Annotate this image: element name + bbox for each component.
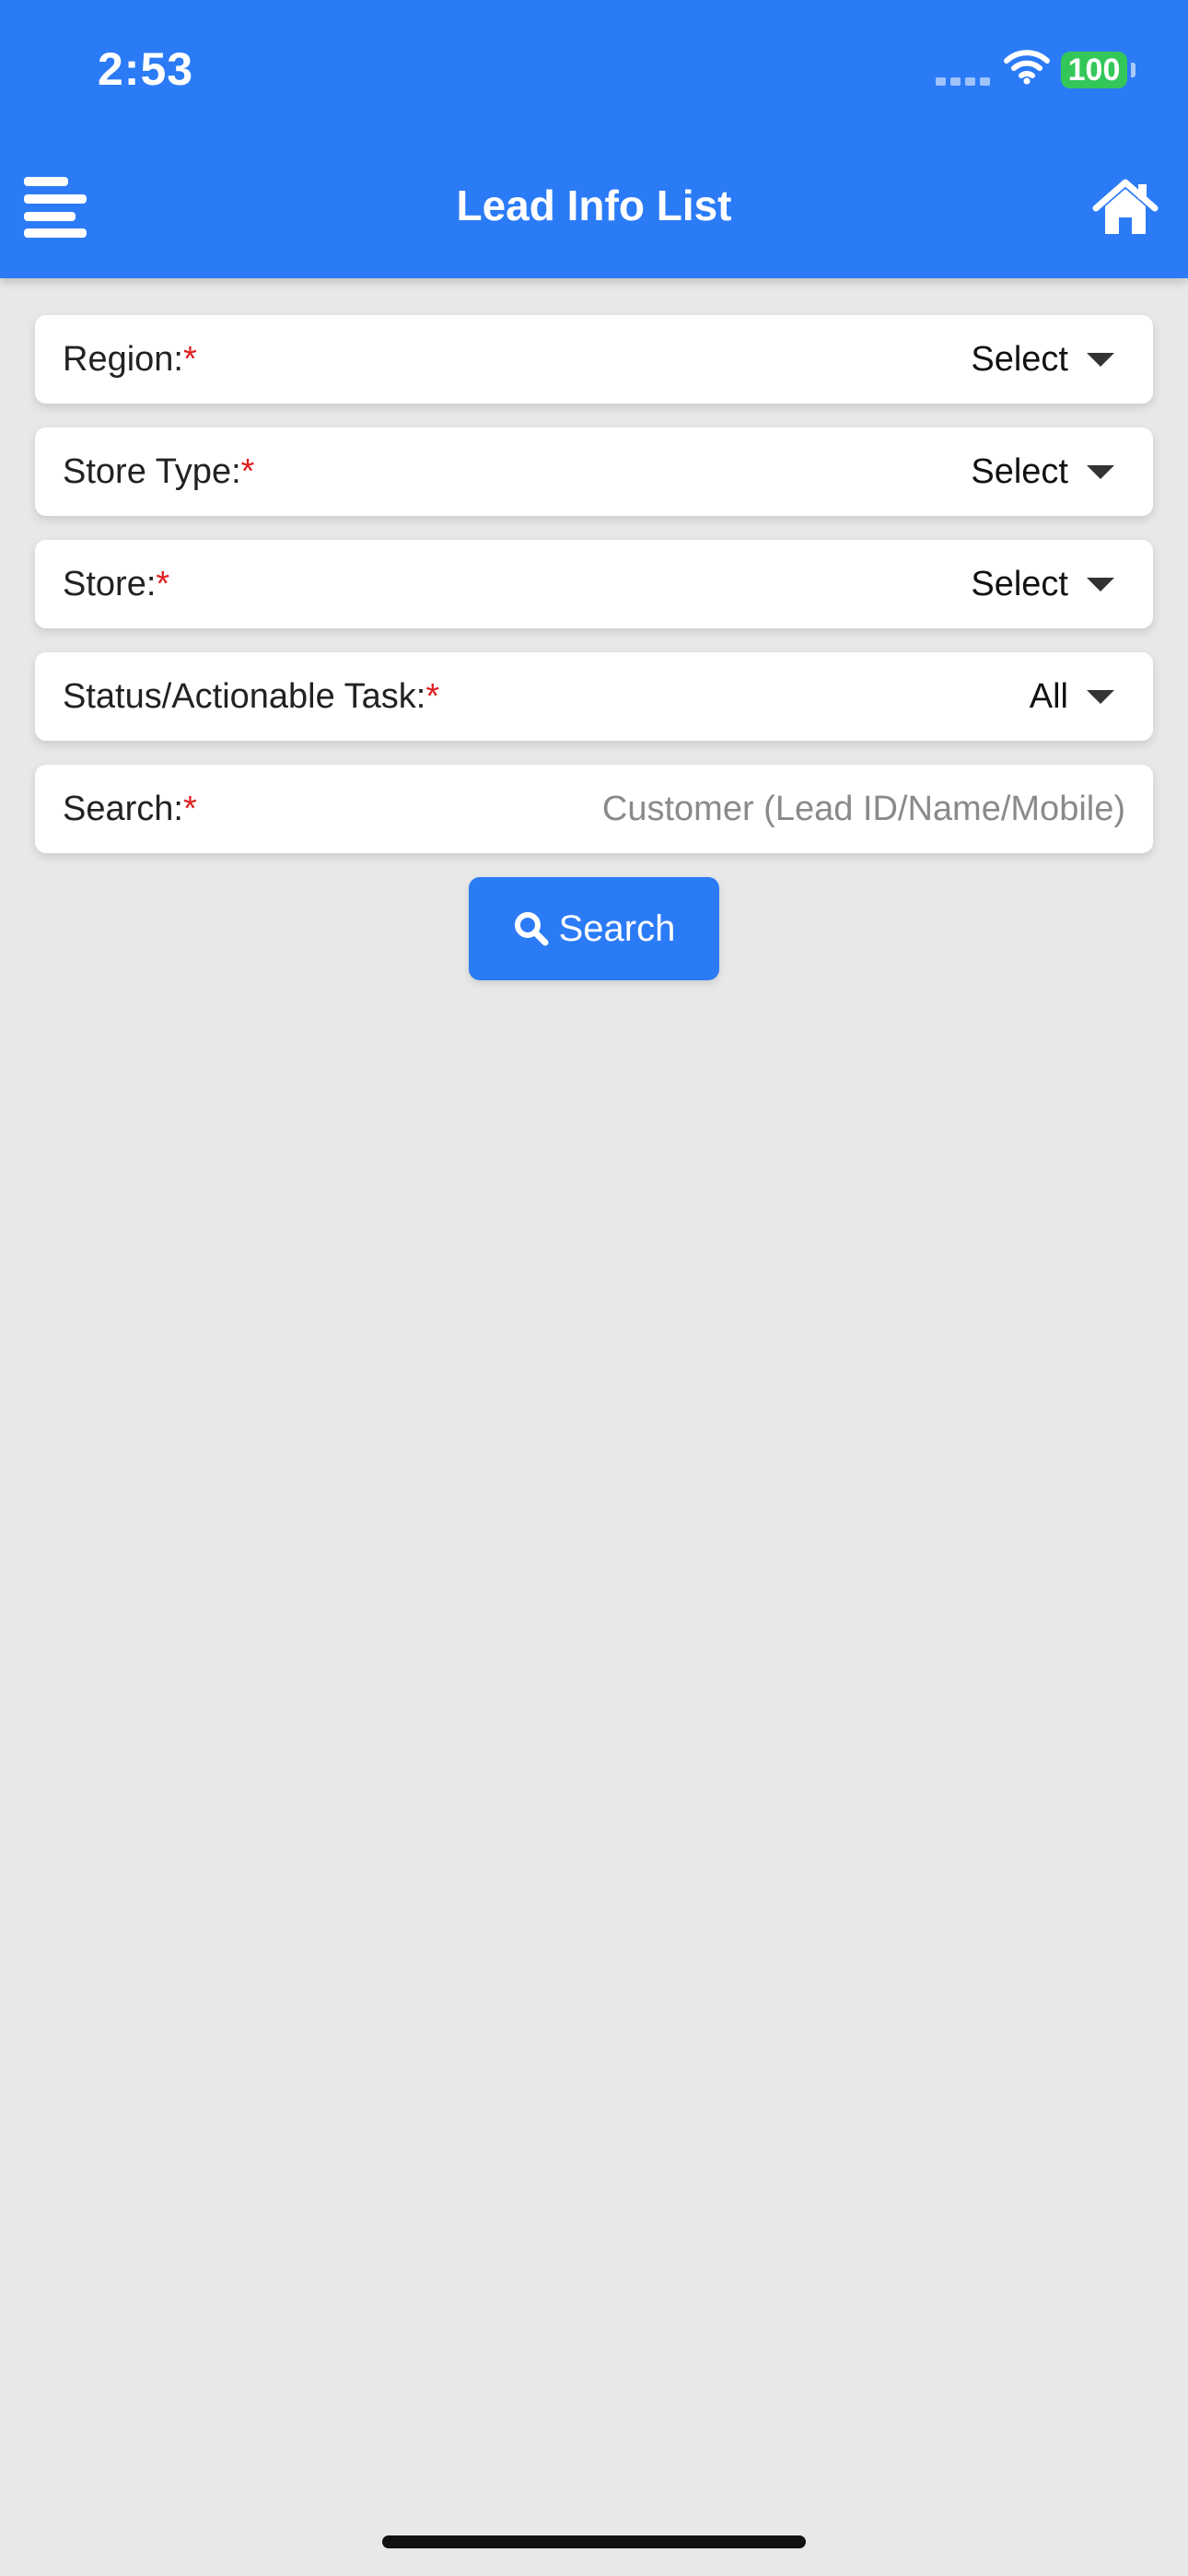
store-value: Select <box>971 565 1068 603</box>
magnifier-icon <box>514 912 549 946</box>
home-icon[interactable] <box>1092 177 1159 236</box>
region-select[interactable]: Region:* Select <box>35 315 1153 404</box>
signal-dots-icon <box>936 77 990 86</box>
status-time: 2:53 <box>98 43 194 95</box>
app-header: 2:53 100 Lead Info List <box>0 0 1188 278</box>
required-mark: * <box>240 452 255 491</box>
search-button[interactable]: Search <box>469 877 719 980</box>
required-mark: * <box>425 677 440 716</box>
filter-form: Region:* Select Store Type:* Select Stor… <box>35 315 1153 877</box>
required-mark: * <box>156 565 170 603</box>
status-task-select[interactable]: Status/Actionable Task:* All <box>35 652 1153 741</box>
store-select[interactable]: Store:* Select <box>35 540 1153 628</box>
search-label: Search:* <box>63 790 197 828</box>
store-type-select[interactable]: Store Type:* Select <box>35 427 1153 516</box>
status-task-value: All <box>1029 677 1068 716</box>
status-task-label: Status/Actionable Task:* <box>63 677 440 716</box>
battery-nub <box>1131 63 1136 77</box>
search-input[interactable] <box>462 765 1125 853</box>
region-value: Select <box>971 340 1068 379</box>
caret-down-icon <box>1087 465 1114 479</box>
caret-down-icon <box>1087 353 1114 367</box>
store-label: Store:* <box>63 565 170 603</box>
battery-icon: 100 <box>1061 52 1127 88</box>
wifi-icon <box>1004 50 1050 85</box>
search-button-label: Search <box>558 907 676 949</box>
region-label: Region:* <box>63 340 197 379</box>
search-row: Search:* <box>35 765 1153 853</box>
required-mark: * <box>182 340 197 379</box>
home-indicator[interactable] <box>382 2535 806 2548</box>
caret-down-icon <box>1087 578 1114 591</box>
page-title: Lead Info List <box>456 181 732 229</box>
lead-info-list-screen: 2:53 100 Lead Info List Region:* Select … <box>0 0 1188 2576</box>
store-type-value: Select <box>971 452 1068 491</box>
required-mark: * <box>182 790 197 828</box>
caret-down-icon <box>1087 690 1114 704</box>
store-type-label: Store Type:* <box>63 452 255 491</box>
